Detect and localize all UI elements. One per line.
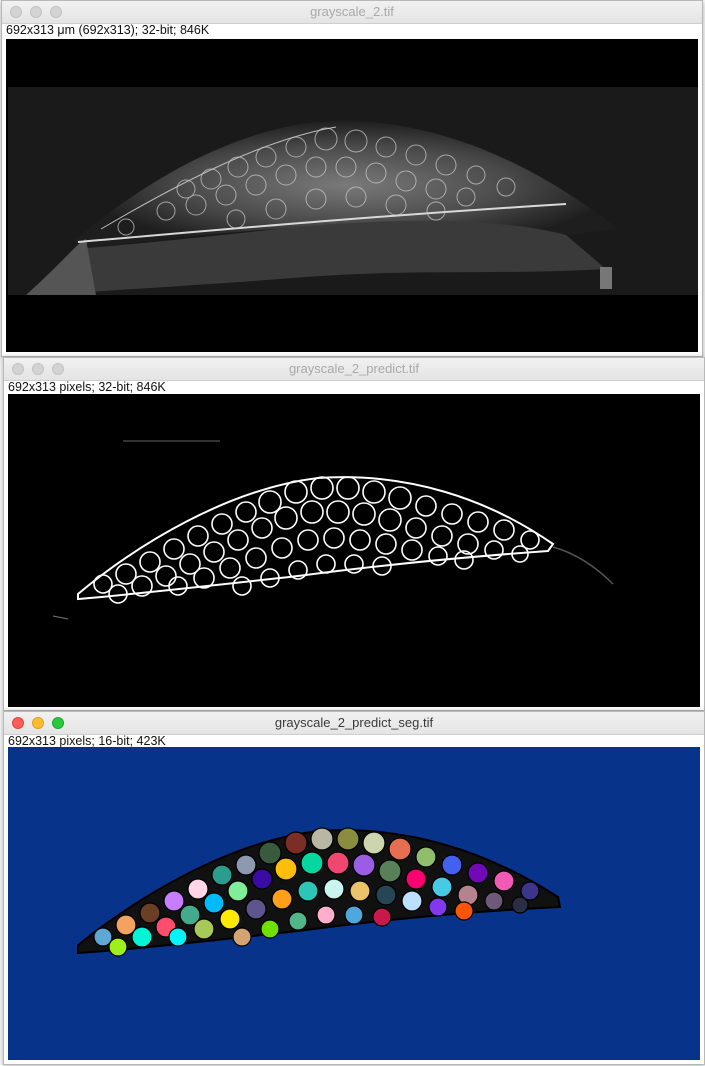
- window-title: grayscale_2.tif: [310, 4, 394, 19]
- prediction-image: [52, 440, 614, 620]
- image-canvas[interactable]: [6, 39, 698, 352]
- grayscale-image: [8, 87, 698, 295]
- image-window-predict[interactable]: grayscale_2_predict.tif 692x313 pixels; …: [3, 357, 705, 711]
- image-canvas[interactable]: [8, 394, 700, 707]
- window-title: grayscale_2_predict.tif: [288, 361, 420, 376]
- title-bar[interactable]: grayscale_2_predict.tif: [4, 358, 704, 381]
- image-window-segmentation[interactable]: grayscale_2_predict_seg.tif 692x313 pixe…: [3, 711, 705, 1065]
- segmentation-image: [77, 827, 562, 957]
- image-window-grayscale[interactable]: grayscale_2.tif 692x313 μm (692x313); 32…: [1, 0, 703, 357]
- image-info: 692x313 μm (692x313); 32-bit; 846K: [6, 23, 210, 37]
- image-info: 692x313 pixels; 32-bit; 846K: [8, 380, 166, 394]
- title-bar[interactable]: grayscale_2.tif: [2, 1, 702, 24]
- title-bar[interactable]: grayscale_2_predict_seg.tif: [4, 712, 704, 735]
- window-title: grayscale_2_predict_seg.tif: [274, 715, 434, 730]
- image-canvas[interactable]: [8, 747, 700, 1060]
